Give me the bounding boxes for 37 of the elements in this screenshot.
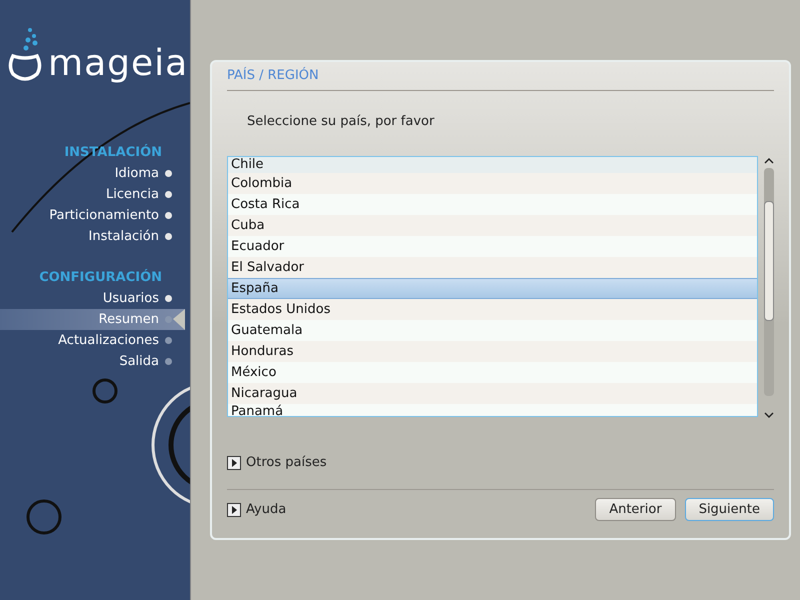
expander-label: Ayuda	[246, 502, 286, 517]
list-item[interactable]: Guatemala	[228, 320, 757, 341]
cauldron-icon	[8, 26, 42, 82]
expander-label: Otros países	[246, 455, 327, 470]
page-title: PAÍS / REGIÓN	[227, 62, 774, 91]
list-item[interactable]: Ecuador	[228, 236, 757, 257]
scroll-thumb[interactable]	[764, 201, 774, 321]
list-item[interactable]: Panamá	[228, 404, 757, 416]
list-item[interactable]: Colombia	[228, 173, 757, 194]
dialog-button[interactable]: Anterior	[595, 498, 676, 521]
list-item[interactable]: Honduras	[228, 341, 757, 362]
scroll-up-icon[interactable]	[764, 156, 774, 166]
list-item[interactable]: Costa Rica	[228, 194, 757, 215]
step-label[interactable]: Salida	[119, 354, 159, 369]
scrollbar[interactable]	[763, 156, 775, 420]
step-label[interactable]: Instalación	[88, 229, 159, 244]
step-label[interactable]: Licencia	[106, 187, 159, 202]
list-item[interactable]: Cuba	[228, 215, 757, 236]
step-label[interactable]: Particionamiento	[49, 208, 159, 223]
country-list[interactable]: Chile Colombia Costa Rica Cuba Ecuador El Salvador España Estados Unidos Guatemala Honduras México Nicaragua Panamá	[227, 156, 758, 417]
list-item[interactable]: Estados Unidos	[228, 299, 757, 320]
step-label[interactable]: Actualizaciones	[58, 333, 159, 348]
step-label[interactable]: Usuarios	[102, 291, 159, 306]
expander[interactable]: Otros países	[227, 455, 789, 470]
prompt-text: Seleccione su país, por favor	[246, 113, 436, 131]
dialog-button[interactable]: Siguiente	[684, 498, 774, 521]
list-item[interactable]: Nicaragua	[228, 383, 757, 404]
list-item[interactable]: México	[228, 362, 757, 383]
list-item[interactable]: El Salvador	[228, 257, 757, 278]
logo-text: mageia	[48, 46, 188, 82]
list-item[interactable]: Chile	[228, 157, 757, 173]
expander[interactable]: Ayuda	[227, 502, 286, 517]
scroll-down-icon[interactable]	[764, 410, 774, 420]
step-label[interactable]: Idioma	[114, 166, 159, 181]
list-item[interactable]: España	[228, 278, 757, 299]
step-label[interactable]: Resumen	[98, 312, 159, 327]
section-title: CONFIGURACIÓN	[38, 268, 163, 287]
